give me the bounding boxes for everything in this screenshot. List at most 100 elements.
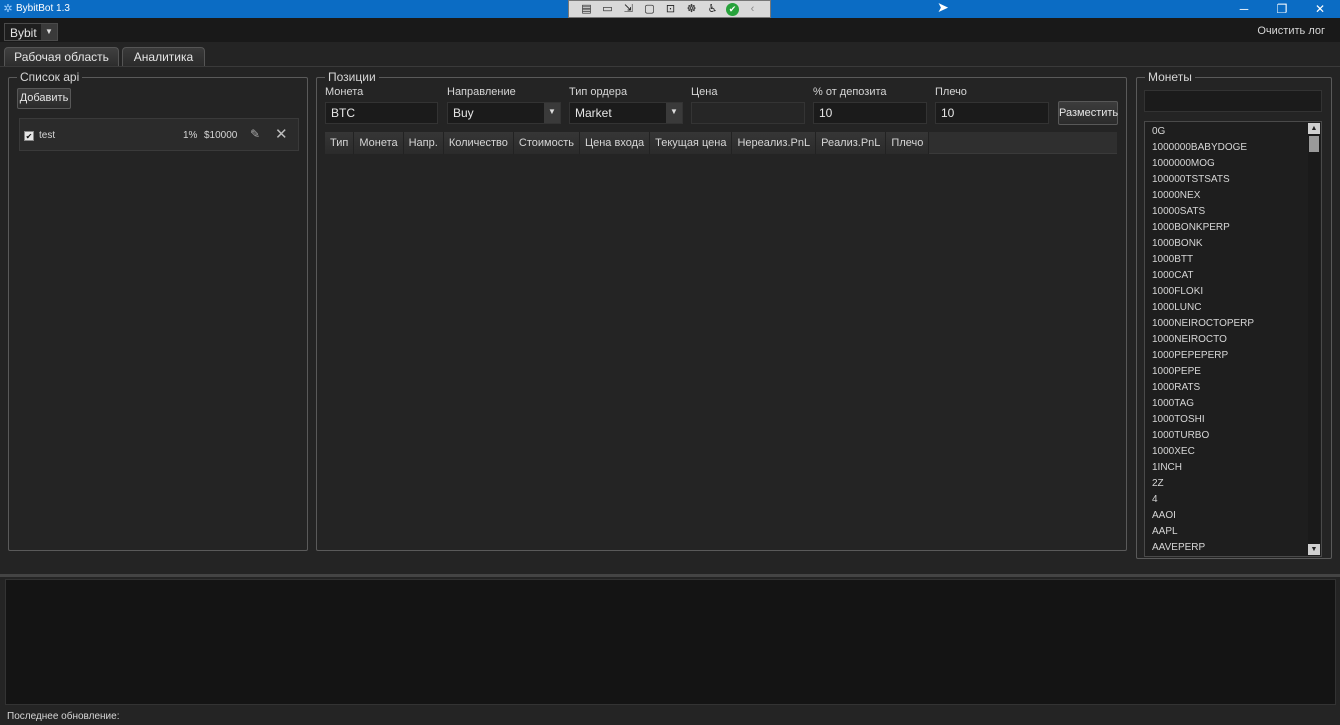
last-update-status: Последнее обновление: bbox=[7, 711, 120, 722]
order-type-label: Тип ордера bbox=[569, 86, 628, 98]
deposit-percent-input[interactable]: 10 bbox=[813, 102, 927, 124]
close-button[interactable]: ✕ bbox=[1303, 0, 1337, 18]
place-order-button[interactable]: Разместить bbox=[1058, 101, 1118, 125]
gamepad-icon[interactable]: ☸ bbox=[684, 2, 699, 17]
price-label: Цена bbox=[691, 86, 718, 98]
list-item[interactable]: 1000BTT bbox=[1152, 252, 1193, 268]
pointer-icon[interactable]: ⇲ bbox=[621, 2, 636, 17]
list-item[interactable]: 10000NEX bbox=[1152, 188, 1200, 204]
direction-select[interactable]: Buy ▼ bbox=[447, 102, 561, 124]
chevron-down-icon[interactable]: ▼ bbox=[41, 24, 57, 40]
frame-icon[interactable]: ▢ bbox=[642, 2, 657, 17]
api-list-title: Список api bbox=[17, 70, 83, 84]
column-header[interactable]: Плечо bbox=[886, 132, 930, 154]
exchange-select-value: Bybit bbox=[10, 26, 37, 40]
api-balance: $10000 bbox=[204, 130, 238, 141]
column-header[interactable]: Стоимость bbox=[513, 132, 580, 154]
positions-table-header: Тип Монета Напр. Количество Стоимость Це… bbox=[325, 132, 1117, 154]
list-item[interactable]: 10000SATS bbox=[1152, 204, 1205, 220]
list-item[interactable]: 1000NEIROCTOPERP bbox=[1152, 316, 1254, 332]
list-item[interactable]: 1000000MOG bbox=[1152, 156, 1215, 172]
positions-panel: Позиции Монета BTC Направление Buy ▼ Тип… bbox=[316, 70, 1127, 551]
column-header[interactable]: Монета bbox=[354, 132, 404, 154]
list-item[interactable]: 1000LUNC bbox=[1152, 300, 1201, 316]
list-item[interactable]: 100000TSTSATS bbox=[1152, 172, 1230, 188]
scroll-down-icon[interactable]: ▼ bbox=[1308, 544, 1320, 555]
list-item[interactable]: 1000PEPEPERP bbox=[1152, 348, 1228, 364]
list-item[interactable]: 4 bbox=[1152, 492, 1158, 508]
video-icon[interactable]: ▭ bbox=[600, 2, 615, 17]
list-item[interactable]: 1000FLOKI bbox=[1152, 284, 1203, 300]
list-item[interactable]: 1000BONKPERP bbox=[1152, 220, 1230, 236]
positions-title: Позиции bbox=[325, 70, 379, 84]
chevron-down-icon[interactable]: ▼ bbox=[544, 103, 560, 123]
maximize-button[interactable]: ❐ bbox=[1265, 0, 1299, 18]
check-icon[interactable]: ✔ bbox=[726, 2, 739, 16]
list-item[interactable]: 1000RATS bbox=[1152, 380, 1200, 396]
chevron-down-icon[interactable]: ▼ bbox=[666, 103, 682, 123]
deposit-percent-label: % от депозита bbox=[813, 86, 887, 98]
minimize-button[interactable]: ─ bbox=[1227, 0, 1261, 18]
add-api-button[interactable]: Добавить bbox=[17, 88, 71, 109]
api-list-panel: Список api Добавить ✔ test 1% $10000 ✎ ✕ bbox=[8, 70, 308, 551]
column-header[interactable]: Напр. bbox=[403, 132, 444, 154]
scroll-thumb[interactable] bbox=[1309, 136, 1319, 152]
coin-search-input[interactable] bbox=[1144, 90, 1322, 112]
list-item[interactable]: 1000000BABYDOGE bbox=[1152, 140, 1247, 156]
leverage-input[interactable]: 10 bbox=[935, 102, 1049, 124]
api-enabled-checkbox[interactable]: ✔ bbox=[24, 131, 34, 141]
list-item[interactable]: 2Z bbox=[1152, 476, 1164, 492]
list-item[interactable]: AAPL bbox=[1152, 524, 1178, 540]
list-item[interactable]: 1000XEC bbox=[1152, 444, 1195, 460]
coins-scrollbar[interactable]: ▲ ▼ bbox=[1308, 123, 1320, 555]
list-item[interactable]: 1000CAT bbox=[1152, 268, 1194, 284]
column-header[interactable]: Текущая цена bbox=[650, 132, 733, 154]
api-percent: 1% bbox=[183, 130, 198, 141]
app-icon: ✲ bbox=[3, 3, 13, 15]
price-input[interactable] bbox=[691, 102, 805, 124]
clear-log-button[interactable]: Очистить лог bbox=[1257, 25, 1325, 37]
tab-analytics[interactable]: Аналитика bbox=[122, 47, 205, 67]
coin-input[interactable]: BTC bbox=[325, 102, 438, 124]
list-item[interactable]: 0G bbox=[1152, 124, 1165, 140]
scroll-up-icon[interactable]: ▲ bbox=[1308, 123, 1320, 134]
window-title: BybitBot 1.3 bbox=[16, 3, 70, 14]
api-name: test bbox=[39, 130, 56, 141]
list-item[interactable]: 1000TAG bbox=[1152, 396, 1194, 412]
accessibility-icon[interactable]: ♿ bbox=[705, 2, 720, 17]
order-type-select-value: Market bbox=[575, 106, 612, 120]
coins-list[interactable]: 0G 1000000BABYDOGE 1000000MOG 100000TSTS… bbox=[1144, 121, 1322, 557]
panel-splitter[interactable] bbox=[0, 574, 1340, 577]
column-header[interactable]: Реализ.PnL bbox=[816, 132, 887, 154]
column-header[interactable]: Нереализ.PnL bbox=[732, 132, 817, 154]
log-output[interactable] bbox=[5, 579, 1336, 705]
list-item[interactable]: AAVEPERP bbox=[1152, 540, 1205, 556]
list-item[interactable]: AAOI bbox=[1152, 508, 1176, 524]
delete-icon[interactable]: ✕ bbox=[275, 125, 288, 143]
mouse-cursor-icon: ➤ bbox=[937, 0, 949, 15]
coin-label: Монета bbox=[325, 86, 364, 98]
exchange-select[interactable]: Bybit ▼ bbox=[4, 23, 58, 41]
tab-workspace[interactable]: Рабочая область bbox=[4, 47, 119, 67]
list-item[interactable]: 1000PEPE bbox=[1152, 364, 1201, 380]
select-icon[interactable]: ▤ bbox=[579, 2, 594, 17]
screen-recorder-toolbar: ▤ ▭ ⇲ ▢ ⊡ ☸ ♿ ✔ ‹ bbox=[568, 0, 771, 18]
direction-select-value: Buy bbox=[453, 106, 474, 120]
collapse-icon[interactable]: ‹ bbox=[745, 2, 760, 17]
list-item[interactable]: 1000TOSHI bbox=[1152, 412, 1205, 428]
menu-bar: Bybit ▼ Очистить лог bbox=[0, 18, 1340, 42]
api-list-item[interactable]: ✔ test 1% $10000 ✎ ✕ bbox=[19, 118, 299, 151]
column-header[interactable]: Количество bbox=[443, 132, 514, 154]
leverage-label: Плечо bbox=[935, 86, 967, 98]
list-item[interactable]: 1000TURBO bbox=[1152, 428, 1209, 444]
tab-divider bbox=[0, 66, 1340, 67]
column-header[interactable]: Цена входа bbox=[579, 132, 651, 154]
edit-icon[interactable]: ✎ bbox=[250, 127, 260, 141]
direction-label: Направление bbox=[447, 86, 516, 98]
list-item[interactable]: 1INCH bbox=[1152, 460, 1182, 476]
list-item[interactable]: 1000BONK bbox=[1152, 236, 1203, 252]
order-type-select[interactable]: Market ▼ bbox=[569, 102, 683, 124]
list-item[interactable]: 1000NEIROCTO bbox=[1152, 332, 1227, 348]
column-header[interactable]: Тип bbox=[325, 132, 355, 154]
window-icon[interactable]: ⊡ bbox=[663, 2, 678, 17]
